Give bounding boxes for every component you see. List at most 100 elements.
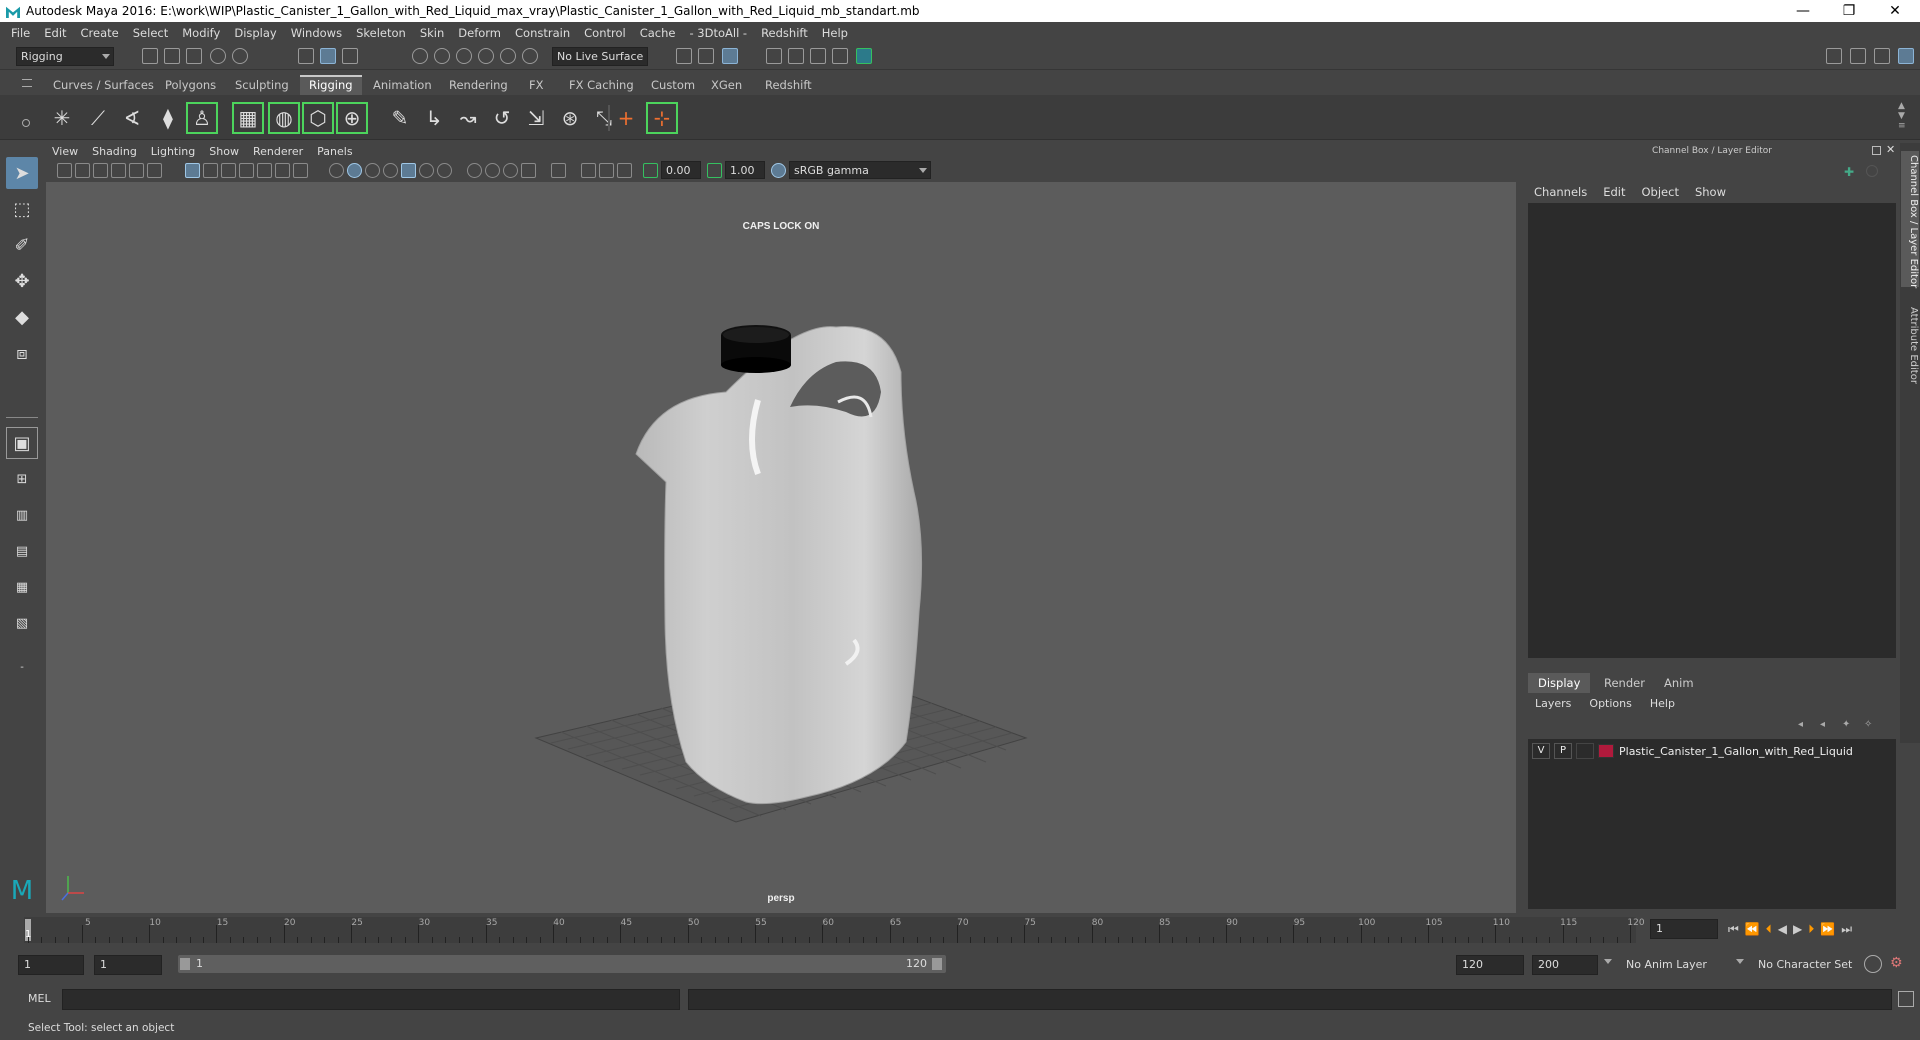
motion-blur-icon[interactable] [485,163,500,178]
view-transform-selector[interactable]: sRGB gamma [789,161,931,179]
menu-deform[interactable]: Deform [451,26,508,40]
render-view-icon[interactable] [766,48,782,64]
panel-menu-renderer[interactable]: Renderer [246,145,310,158]
shelf-menu-icon[interactable] [22,79,32,87]
hypershade-layout-icon[interactable]: ▧ [6,607,38,639]
tab-anim[interactable]: Anim [1654,673,1704,693]
xray-joints-icon[interactable] [617,163,632,178]
persp-graph-layout-icon[interactable]: ▤ [6,535,38,567]
perspective-viewport[interactable]: CAPS LOCK ON persp [46,182,1516,913]
tab-display[interactable]: Display [1528,673,1591,693]
menu-redshift[interactable]: Redshift [754,26,815,40]
tab-rendering[interactable]: Rendering [440,75,517,95]
hypershade-icon[interactable] [856,48,872,64]
exposure-icon[interactable] [643,163,658,178]
create-locator-icon[interactable]: ⊹ [646,102,678,134]
select-by-component-icon[interactable] [342,48,358,64]
go-to-start-icon[interactable]: ⏮ [1728,922,1745,936]
select-by-hierarchy-icon[interactable] [298,48,314,64]
menu-help[interactable]: Help [815,26,855,40]
speed-icon[interactable] [1866,165,1878,177]
input-ops-icon[interactable] [676,48,692,64]
close-panel-icon[interactable]: ✕ [1886,143,1895,156]
anti-aliasing-icon[interactable] [503,163,518,178]
layer-menu-options[interactable]: Options [1580,695,1640,713]
snap-center-icon[interactable] [522,48,538,64]
playback-start-field[interactable]: 1 [94,955,162,975]
panel-menu-shading[interactable]: Shading [85,145,144,158]
snap-curve-icon[interactable] [434,48,450,64]
orient-constraint-icon[interactable]: ↺ [486,102,518,134]
rotate-tool-icon[interactable]: ◆ [6,301,38,333]
wireframe-on-shaded-icon[interactable] [365,163,380,178]
tab-render[interactable]: Render [1594,673,1655,693]
menu-edit[interactable]: Edit [37,26,73,40]
menu-display[interactable]: Display [227,26,283,40]
shelf-settings-icon[interactable] [22,119,30,127]
new-layer-selected-icon[interactable]: ✧ [1864,719,1876,731]
color-management-icon[interactable] [771,163,786,178]
rigid-bind-icon[interactable]: ◍ [268,102,300,134]
menu-file[interactable]: File [4,26,37,40]
default-material-icon[interactable] [383,163,398,178]
persp-graph-hypergraph-layout-icon[interactable]: ▦ [6,571,38,603]
textured-icon[interactable] [401,163,416,178]
shadows-icon[interactable] [437,163,452,178]
close-button[interactable]: ✕ [1872,0,1918,22]
create-joints-icon[interactable]: ✳ [46,102,78,134]
channel-box-area[interactable] [1528,203,1896,658]
four-view-layout-icon[interactable]: ⊞ [6,463,38,495]
go-to-end-icon[interactable]: ⏭ [1841,922,1858,936]
undo-icon[interactable] [210,48,226,64]
paint-select-tool-icon[interactable]: ✐ [6,229,38,261]
output-ops-icon[interactable] [698,48,714,64]
smooth-shade-icon[interactable] [347,163,362,178]
channel-menu-show[interactable]: Show [1687,183,1734,201]
xray-active-components-icon[interactable] [599,163,614,178]
script-language-label[interactable]: MEL [28,992,51,1005]
gamma-field[interactable]: 1.00 [725,161,765,179]
layer-color-swatch[interactable] [1598,744,1614,758]
gamma-icon[interactable] [707,163,722,178]
restore-button[interactable]: ❐ [1826,0,1872,22]
tab-xgen[interactable]: XGen [702,75,751,95]
menu-skeleton[interactable]: Skeleton [349,26,413,40]
xray-icon[interactable] [581,163,596,178]
render-current-icon[interactable] [788,48,804,64]
depth-of-field-icon[interactable] [521,163,536,178]
manipulator-icon[interactable]: ✚ [1844,165,1854,179]
grid-toggle-icon[interactable] [185,163,200,178]
current-frame-field[interactable]: 1 [1650,919,1718,939]
select-by-object-icon[interactable] [320,48,336,64]
range-start-handle[interactable] [180,958,190,970]
channel-menu-edit[interactable]: Edit [1595,183,1633,201]
channel-menu-channels[interactable]: Channels [1526,183,1595,201]
animation-end-field[interactable]: 200 [1532,955,1598,975]
character-set-selector[interactable]: No Character Set [1752,955,1864,975]
animation-start-field[interactable]: 1 [18,955,84,975]
use-all-lights-icon[interactable] [419,163,434,178]
tab-sculpting[interactable]: Sculpting [226,75,298,95]
chevron-down-icon[interactable] [1736,959,1744,964]
menu-3dtoall[interactable]: - 3DtoAll - [682,26,754,40]
smooth-bind-icon[interactable]: ▦ [232,102,264,134]
panel-menu-view[interactable]: View [45,145,85,158]
2d-pan-zoom-icon[interactable] [129,163,144,178]
menu-modify[interactable]: Modify [175,26,227,40]
attribute-editor-toggle-icon[interactable] [1850,48,1866,64]
new-layer-icon[interactable]: ✦ [1842,719,1854,731]
tab-animation[interactable]: Animation [364,75,441,95]
tab-rigging[interactable]: Rigging [300,75,362,95]
channel-box-toggle-icon[interactable] [1898,48,1914,64]
script-editor-icon[interactable] [1898,991,1914,1007]
camera-attributes-icon[interactable] [75,163,90,178]
channel-menu-object[interactable]: Object [1634,183,1687,201]
time-slider-track[interactable]: 1 5 10 15 20 25 30 35 40 45 50 55 60 65 70 75 80 85 90 95 1… [24,917,1645,943]
step-back-key-icon[interactable]: ⏴ [1766,922,1778,936]
panel-menu-lighting[interactable]: Lighting [144,145,202,158]
float-panel-icon[interactable] [1872,146,1881,155]
gate-mask-icon[interactable] [239,163,254,178]
ik-handle-icon[interactable]: ⟋ [82,102,114,134]
single-perspective-layout-icon[interactable]: ▣ [6,427,38,459]
tool-settings-toggle-icon[interactable] [1874,48,1890,64]
